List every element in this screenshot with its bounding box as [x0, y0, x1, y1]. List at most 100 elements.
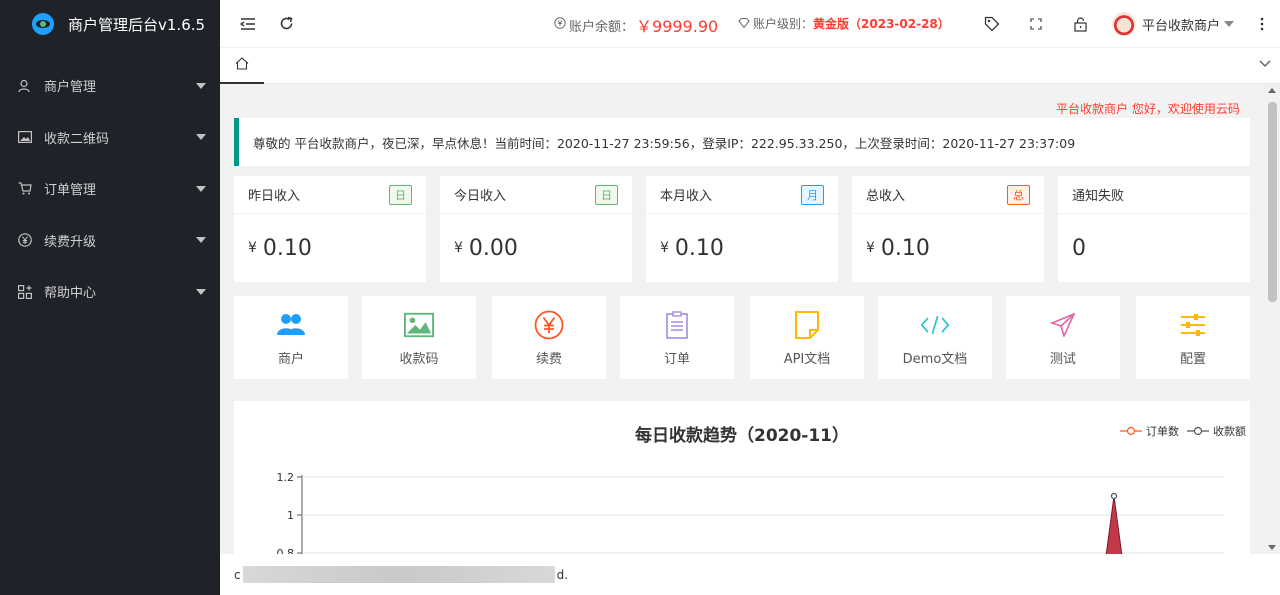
chevron-down-icon	[196, 288, 206, 295]
code-icon	[920, 310, 950, 340]
app-logo[interactable]: 商户管理后台v1.6.5	[0, 0, 220, 48]
tab-bar	[220, 48, 1280, 84]
footer: c d.	[220, 554, 1280, 595]
chevron-down-icon	[1224, 21, 1235, 27]
stat-value: 0	[1072, 235, 1086, 261]
scrollbar-thumb[interactable]	[1268, 102, 1277, 302]
currency-symbol: ¥	[248, 240, 257, 256]
diamond-icon	[738, 17, 750, 31]
daily-trend-chart: 每日收款趋势（2020-11） 订单数 收款额 1.210.8	[234, 401, 1250, 554]
apps-icon	[18, 284, 32, 299]
y-tick-label: 1	[287, 509, 294, 522]
currency-symbol: ¥	[866, 240, 875, 256]
stat-label: 本月收入	[660, 189, 713, 204]
sidebar-nav: 商户管理 收款二维码 订单管理 续费升级 帮助中心	[0, 60, 220, 318]
quick-link-label: Demo文档	[902, 352, 968, 367]
sidebar-item-renew[interactable]: 续费升级	[0, 215, 220, 267]
chart-plot: 1.2 1 0.8	[277, 471, 1224, 554]
quick-link-label: 配置	[1179, 352, 1206, 367]
series-amount-peak	[1105, 495, 1123, 554]
quick-link-orders[interactable]: 订单	[620, 296, 734, 379]
yen-icon	[18, 233, 32, 248]
account-level: 账户级别： 黄金版（2023-02-28）	[738, 15, 950, 32]
eye-logo-icon	[32, 13, 54, 35]
sidebar-item-merchant[interactable]: 商户管理	[0, 60, 220, 112]
user-name: 平台收款商户	[1142, 18, 1221, 34]
tab-home[interactable]	[220, 48, 264, 84]
send-icon	[1048, 310, 1078, 340]
balance-label: 账户余额：	[569, 19, 635, 35]
quick-link-label: 商户	[277, 352, 304, 367]
home-icon	[235, 56, 249, 74]
quick-link-demo-doc[interactable]: Demo文档	[878, 296, 992, 379]
stat-value: 0.10	[880, 235, 930, 261]
chevron-down-icon	[196, 134, 206, 141]
quick-link-label: 收款码	[399, 352, 439, 367]
vertical-scrollbar[interactable]	[1265, 84, 1280, 554]
quick-link-qrcode[interactable]: 收款码	[362, 296, 476, 379]
stat-value: 0.10	[674, 235, 724, 261]
tag-icon[interactable]	[980, 12, 1004, 36]
sidebar-item-qrcode[interactable]: 收款二维码	[0, 112, 220, 164]
quick-link-merchant[interactable]: 商户	[234, 296, 348, 379]
quick-link-api-doc[interactable]: API文档	[750, 296, 864, 379]
sliders-icon	[1178, 310, 1208, 340]
users-icon	[276, 310, 306, 340]
sidebar-item-label: 收款二维码	[44, 131, 110, 147]
clipboard-icon	[662, 310, 692, 340]
series-amount-point	[1110, 492, 1118, 500]
quick-link-label: 续费	[535, 352, 562, 367]
stat-card-yesterday: 昨日收入 日 ¥0.10	[234, 176, 426, 282]
cart-icon	[18, 182, 32, 196]
y-tick-label: 1.2	[277, 471, 295, 484]
picture-icon	[404, 310, 434, 340]
sidebar-item-label: 帮助中心	[44, 286, 97, 302]
period-badge: 月	[801, 184, 824, 205]
fullscreen-icon[interactable]	[1024, 12, 1048, 36]
top-header: 账户余额： ￥9999.90 账户级别： 黄金版（2023-02-28） 平台收…	[220, 0, 1280, 48]
stat-value: 0.00	[468, 235, 518, 261]
stat-label: 通知失败	[1072, 189, 1125, 204]
scroll-up-arrow-icon[interactable]	[1268, 88, 1276, 93]
scroll-down-arrow-icon[interactable]	[1268, 545, 1276, 550]
welcome-marquee: 平台收款商户 您好，欢迎使用云码	[1056, 102, 1240, 116]
sidebar-item-help[interactable]: 帮助中心	[0, 266, 220, 318]
currency-symbol: ¥	[454, 240, 463, 256]
stat-card-today: 今日收入 日 ¥0.00	[440, 176, 632, 282]
level-label: 账户级别：	[753, 17, 814, 31]
footer-text-prefix: c	[234, 567, 241, 582]
sidebar-item-label: 订单管理	[44, 183, 97, 199]
stat-label: 总收入	[866, 189, 906, 204]
sidebar: 商户管理后台v1.6.5 商户管理 收款二维码 订单管理 续费升级 帮助中心	[0, 0, 220, 595]
welcome-notice: 尊敬的 平台收款商户，夜已深，早点休息！当前时间：2020-11-27 23:5…	[234, 118, 1250, 166]
period-badge: 总	[1007, 184, 1030, 205]
chevron-down-icon	[196, 185, 206, 192]
lock-icon[interactable]	[1068, 12, 1092, 36]
currency-symbol: ¥	[660, 240, 669, 256]
sidebar-item-label: 商户管理	[44, 80, 97, 96]
more-vertical-icon[interactable]	[1250, 12, 1274, 36]
main-content: 平台收款商户 您好，欢迎使用云码 尊敬的 平台收款商户，夜已深，早点休息！当前时…	[220, 84, 1265, 554]
level-value: 黄金版（2023-02-28）	[813, 17, 950, 31]
quick-link-config[interactable]: 配置	[1136, 296, 1250, 379]
stat-label: 今日收入	[454, 189, 507, 204]
quick-link-test[interactable]: 测试	[1006, 296, 1120, 379]
stat-label: 昨日收入	[248, 189, 301, 204]
period-badge: 日	[595, 184, 618, 205]
stat-card-total: 总收入 总 ¥0.10	[852, 176, 1044, 282]
stat-card-notify-failed: 通知失败 0	[1058, 176, 1250, 282]
balance-value: ￥9999.90	[636, 17, 719, 36]
menu-toggle-icon[interactable]	[236, 12, 260, 36]
yen-circle-icon	[534, 310, 564, 340]
refresh-icon[interactable]	[274, 12, 298, 36]
y-tick-label: 0.8	[277, 547, 295, 554]
header-icons	[980, 12, 1092, 36]
sidebar-item-orders[interactable]: 订单管理	[0, 163, 220, 215]
quick-link-renew[interactable]: 续费	[492, 296, 606, 379]
wallet-icon	[554, 17, 566, 33]
user-menu[interactable]: 平台收款商户	[1112, 12, 1235, 36]
chevron-down-icon	[196, 82, 206, 89]
stat-card-month: 本月收入 月 ¥0.10	[646, 176, 838, 282]
tabs-dropdown-icon[interactable]	[1258, 56, 1272, 74]
account-balance: 账户余额： ￥9999.90	[554, 13, 718, 37]
